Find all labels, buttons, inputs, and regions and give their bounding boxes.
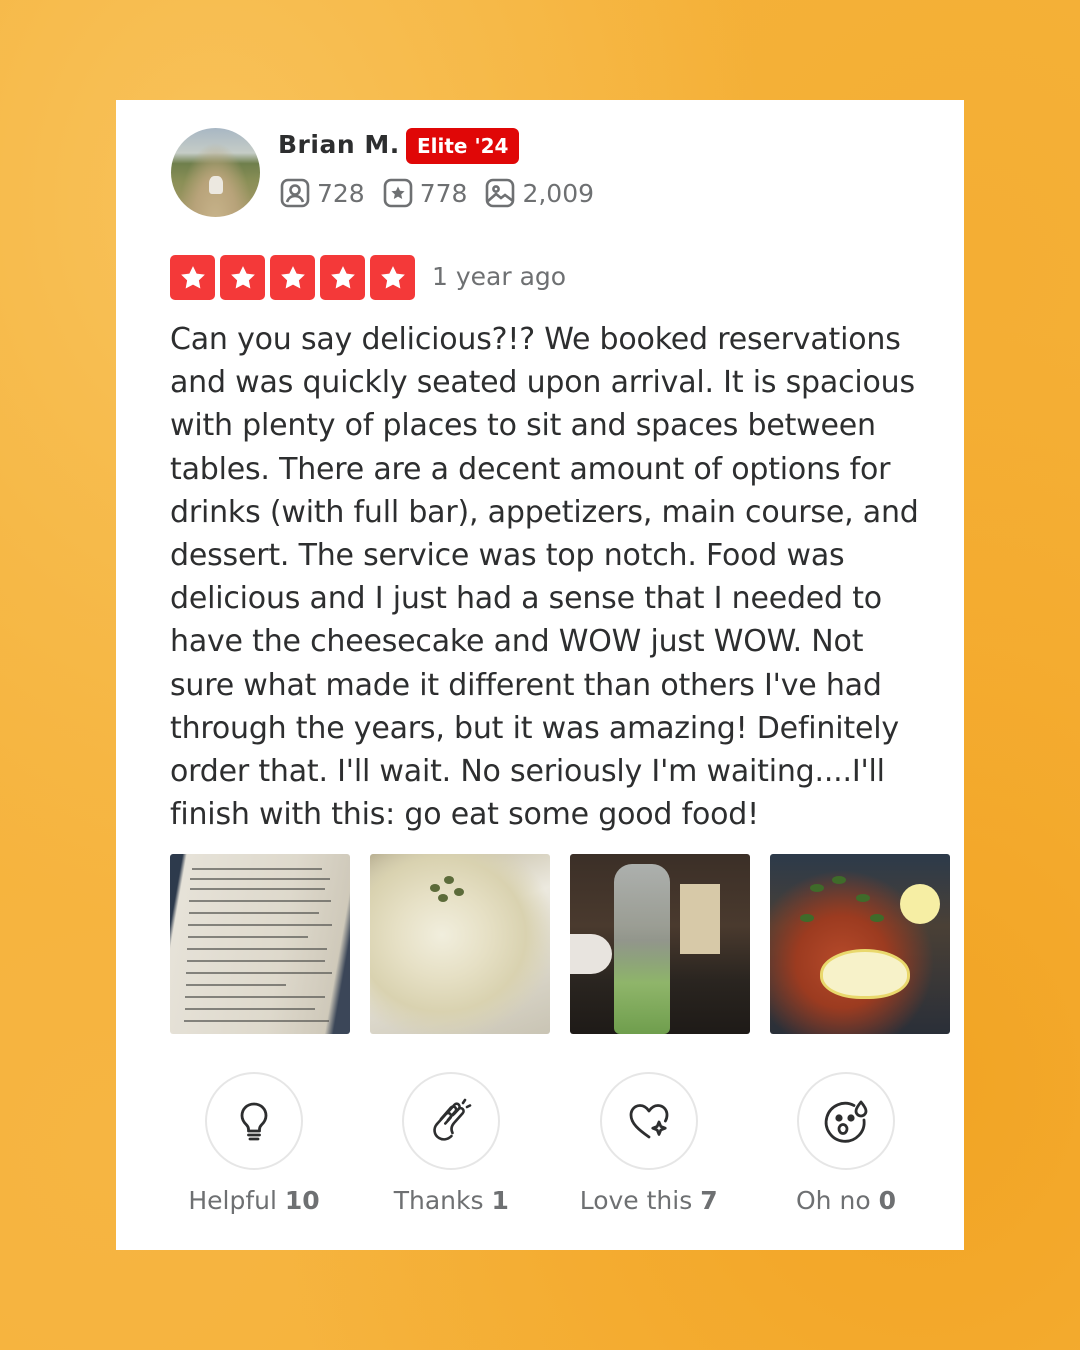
reaction-helpful-count: 10 — [284, 1186, 320, 1215]
review-card: Brian M. Elite '24 728 778 2,009 1 year … — [116, 100, 964, 1250]
menu-photo[interactable] — [170, 854, 350, 1034]
star-icon — [270, 255, 315, 300]
review-text: Can you say delicious?!? We booked reser… — [170, 322, 919, 833]
reaction-oh-no[interactable]: Oh no 0 — [762, 1072, 930, 1215]
reaction-thanks-count: 1 — [491, 1186, 509, 1215]
drink-photo[interactable] — [570, 854, 750, 1034]
reaction-helpful-label: Helpful 10 — [188, 1186, 320, 1215]
star-icon — [170, 255, 215, 300]
friends-stat: 728 — [280, 178, 365, 208]
review-date: 1 year ago — [432, 262, 567, 291]
reaction-bar: Helpful 10 Thanks 1 Love this 7 Oh no 0 — [170, 1072, 930, 1215]
reaction-oh-no-count: 0 — [878, 1186, 896, 1215]
user-name[interactable]: Brian M. — [278, 130, 400, 159]
clapping-hands-icon[interactable] — [402, 1072, 501, 1170]
reviews-stat: 778 — [383, 178, 468, 208]
heart-sparkle-icon[interactable] — [599, 1072, 698, 1170]
photo-icon — [485, 178, 515, 208]
friends-icon — [280, 178, 310, 208]
reaction-thanks-label: Thanks 1 — [393, 1186, 509, 1215]
photos-count: 2,009 — [522, 178, 595, 208]
user-avatar[interactable] — [171, 128, 260, 217]
seafood-photo[interactable] — [770, 854, 950, 1034]
reaction-love[interactable]: Love this 7 — [565, 1072, 733, 1215]
review-star-icon — [383, 178, 413, 208]
photo-strip — [170, 854, 950, 1034]
avatar-figure — [209, 176, 223, 194]
photos-stat: 2,009 — [485, 178, 594, 208]
friends-count: 728 — [317, 178, 365, 208]
star-icon — [320, 255, 365, 300]
reviews-count: 778 — [419, 178, 468, 208]
reaction-oh-no-label: Oh no 0 — [796, 1186, 896, 1215]
star-icon — [220, 255, 265, 300]
reaction-love-label: Love this 7 — [579, 1186, 718, 1215]
reaction-helpful[interactable]: Helpful 10 — [170, 1072, 338, 1215]
star-icon — [370, 255, 415, 300]
pasta-photo[interactable] — [370, 854, 550, 1034]
reaction-thanks[interactable]: Thanks 1 — [367, 1072, 535, 1215]
shocked-face-icon[interactable] — [796, 1072, 895, 1170]
user-stats: 728 778 2,009 — [280, 178, 594, 208]
lightbulb-icon[interactable] — [205, 1072, 303, 1170]
elite-badge: Elite '24 — [406, 128, 520, 164]
reaction-love-count: 7 — [700, 1186, 718, 1215]
star-rating — [170, 255, 415, 300]
